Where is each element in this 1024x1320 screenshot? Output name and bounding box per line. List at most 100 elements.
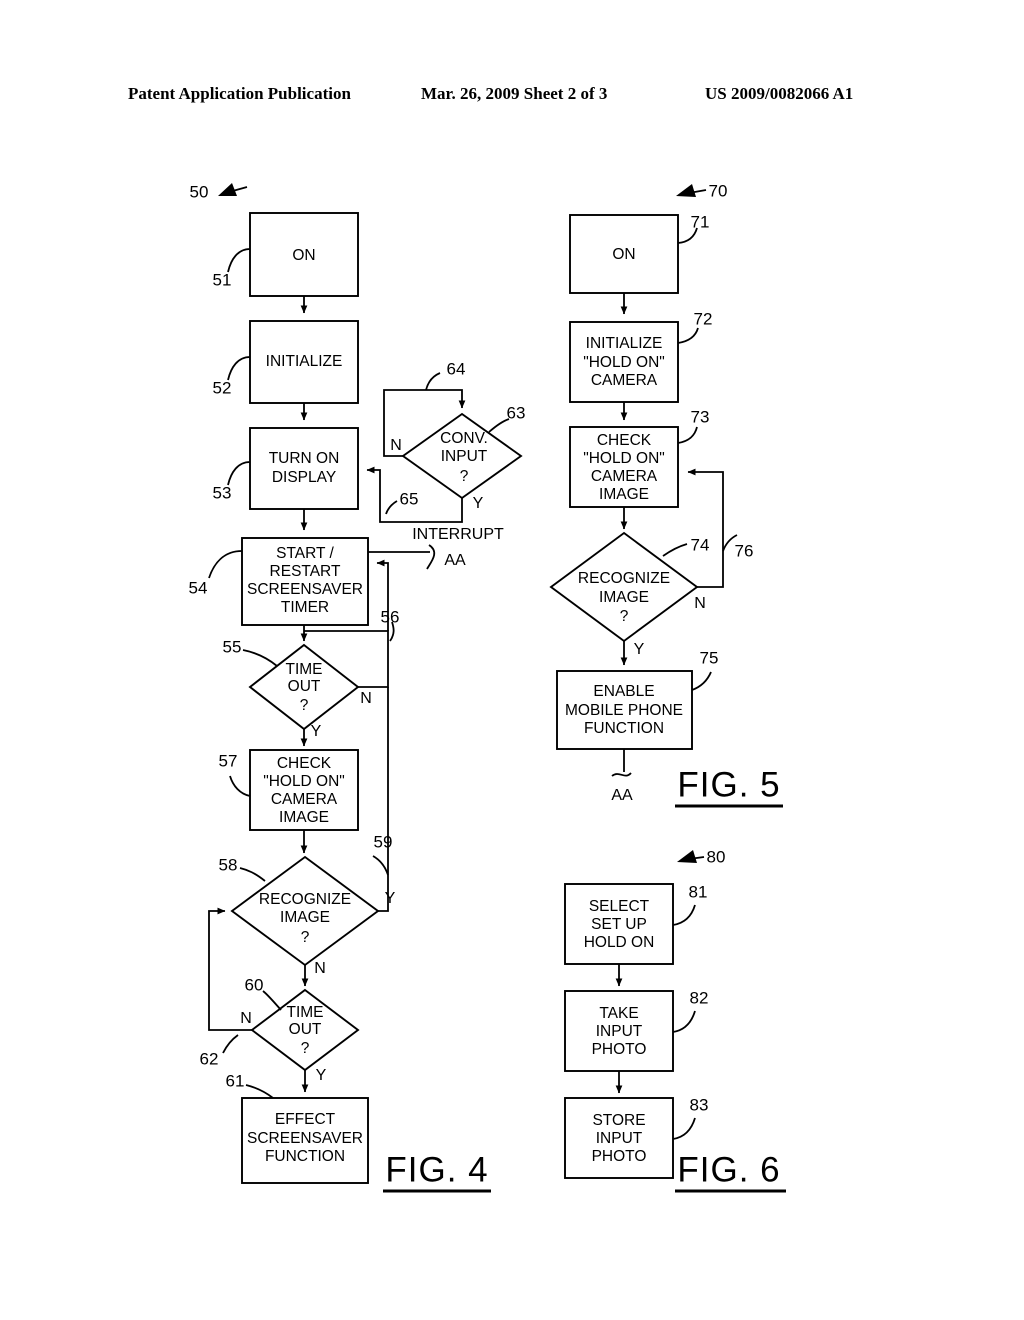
fig4-d55-no-label: N [360,690,372,707]
figure-4-label: FIG. 4 [383,1150,491,1193]
fig5-node-on-line-1: ON [612,246,635,263]
fig5-offpage-aa: AA [611,749,633,804]
fig4-d58-line-3: ? [301,929,310,946]
ref-label-64: 64 [447,359,466,378]
fig6-node-take-line-3: PHOTO [592,1041,647,1058]
ref-label-62: 62 [200,1049,219,1068]
ref-label-80: 80 [707,847,726,866]
fig4-d63-line-2: INPUT [441,448,488,465]
ref-label-72: 72 [694,309,713,328]
fig4-node-on-line-1: ON [292,247,315,264]
fig4-decision-recognize-image: RECOGNIZE IMAGE ? 58 [219,855,380,967]
fig4-node-timer-line-1: START / [276,545,334,562]
patent-drawing-page: Patent Application Publication Mar. 26, … [0,0,1024,1320]
ref-label-56: 56 [381,607,400,626]
fig6-node-take-line-1: TAKE [599,1005,638,1022]
fig5-node-initialize-camera: INITIALIZE "HOLD ON" CAMERA 72 [569,309,713,403]
fig5-node-enable-line-2: MOBILE PHONE [565,702,683,719]
fig5-node-on: ON 71 [569,212,710,294]
figure-6-label: FIG. 6 [675,1150,786,1193]
fig6-node-take-input-photo: TAKE INPUT PHOTO 82 [564,988,708,1072]
fig4-decision-time-out-1: TIME OUT ? 55 [223,637,360,731]
fig6-node-store-line-3: PHOTO [592,1148,647,1165]
fig4-offpage-connector-aa: AA [444,552,466,569]
ref-label-83: 83 [690,1095,709,1114]
fig4-d55-yes-label: Y [311,723,322,740]
figure-6-caption: FIG. 6 [677,1150,780,1189]
fig5-decision-recognize-image: RECOGNIZE IMAGE ? 74 [549,531,710,643]
fig4-d58-line-1: RECOGNIZE [259,891,351,908]
figures-canvas: 50 ON 51 INITIALIZE 52 TURN ON DISPLAY 5… [189,181,786,1193]
ref-label-50: 50 [190,182,209,201]
fig5-node-check-line-4: IMAGE [599,486,649,503]
fig4-d60-line-2: OUT [289,1021,322,1038]
ref-label-71: 71 [691,212,710,231]
fig4-node-effect-line-2: SCREENSAVER [247,1130,363,1147]
fig6-node-select-line-2: SET UP [591,916,647,933]
ref-label-60: 60 [245,975,264,994]
ref-label-70: 70 [709,181,728,200]
figure-4-caption: FIG. 4 [385,1150,488,1189]
ref-label-65: 65 [400,489,419,508]
fig4-d55-line-1: TIME [285,661,322,678]
ref-label-59: 59 [374,832,393,851]
fig4-interrupt-label: INTERRUPT [412,526,504,543]
fig5-d74-no-label: N [694,595,706,612]
figure-6: 80 SELECT SET UP HOLD ON 81 TAKE INPUT P… [564,847,786,1193]
ref-label-52: 52 [213,378,232,397]
fig4-node-timer-line-3: SCREENSAVER [247,581,363,598]
fig4-node-effect-line-3: FUNCTION [265,1148,345,1165]
fig4-d60-no-label: N [240,1010,252,1027]
fig5-node-enable-mobile-phone: ENABLE MOBILE PHONE FUNCTION 75 [556,648,718,750]
fig5-node-check-line-2: "HOLD ON" [583,450,665,467]
fig4-d55-line-3: ? [300,697,309,714]
fig4-node-check-line-3: CAMERA [271,791,338,808]
ref-label-53: 53 [213,483,232,502]
fig5-node-check-camera-image: CHECK "HOLD ON" CAMERA IMAGE 73 [569,407,710,508]
fig5-d74-line-2: IMAGE [599,589,649,606]
fig5-offpage-connector-aa: AA [611,787,633,804]
fig4-node-check-line-4: IMAGE [279,809,329,826]
fig4-flow-ref-50: 50 [190,182,248,201]
fig5-node-enable-line-3: FUNCTION [584,720,664,737]
fig5-node-init-line-2: "HOLD ON" [583,354,665,371]
fig4-node-check-line-1: CHECK [277,755,332,772]
figure-5: 70 ON 71 INITIALIZE "HOLD ON" CAMERA 72 [549,181,783,808]
fig5-d74-line-3: ? [620,608,629,625]
fig4-node-on: ON 51 [213,212,359,297]
fig5-flow-ref-70: 70 [676,181,727,200]
fig4-node-turn-on-display-line-1: TURN ON [269,450,340,467]
fig4-d63-no-label: N [390,437,402,454]
ref-label-58: 58 [219,855,238,874]
fig4-d55-line-2: OUT [288,678,321,695]
fig6-node-select-setup: SELECT SET UP HOLD ON 81 [564,882,708,965]
ref-label-74: 74 [691,535,710,554]
ref-label-73: 73 [691,407,710,426]
fig4-decision-conv-input: CONV. INPUT ? 63 [401,403,526,500]
figure-5-caption: FIG. 5 [677,765,780,804]
ref-label-81: 81 [689,882,708,901]
fig4-node-effect-screensaver: EFFECT SCREENSAVER FUNCTION 61 [226,1071,369,1184]
fig4-decision-time-out-2: TIME OUT ? 60 [245,975,360,1072]
ref-label-61: 61 [226,1071,245,1090]
figure-5-label: FIG. 5 [675,765,783,808]
fig6-node-select-line-1: SELECT [589,898,650,915]
fig6-node-store-line-2: INPUT [596,1130,643,1147]
fig4-node-turn-on-display: TURN ON DISPLAY 53 [213,427,359,510]
fig4-node-start-restart-timer: START / RESTART SCREENSAVER TIMER 54 [189,537,369,626]
fig6-node-select-line-3: HOLD ON [584,934,655,951]
fig4-node-initialize: INITIALIZE 52 [213,320,359,404]
fig6-flow-ref-80: 80 [677,847,725,866]
ref-label-55: 55 [223,637,242,656]
fig5-d74-yes-label: Y [634,641,645,658]
fig5-node-enable-line-1: ENABLE [593,683,654,700]
figure-4: 50 ON 51 INITIALIZE 52 TURN ON DISPLAY 5… [189,182,526,1193]
fig5-d74-line-1: RECOGNIZE [578,570,670,587]
fig4-node-effect-line-1: EFFECT [275,1111,336,1128]
fig4-d60-line-1: TIME [286,1004,323,1021]
ref-label-76: 76 [735,541,754,560]
fig4-d58-yes-label: Y [385,890,396,907]
fig6-node-store-line-1: STORE [592,1112,645,1129]
fig4-d60-line-3: ? [301,1040,310,1057]
ref-label-63: 63 [507,403,526,422]
